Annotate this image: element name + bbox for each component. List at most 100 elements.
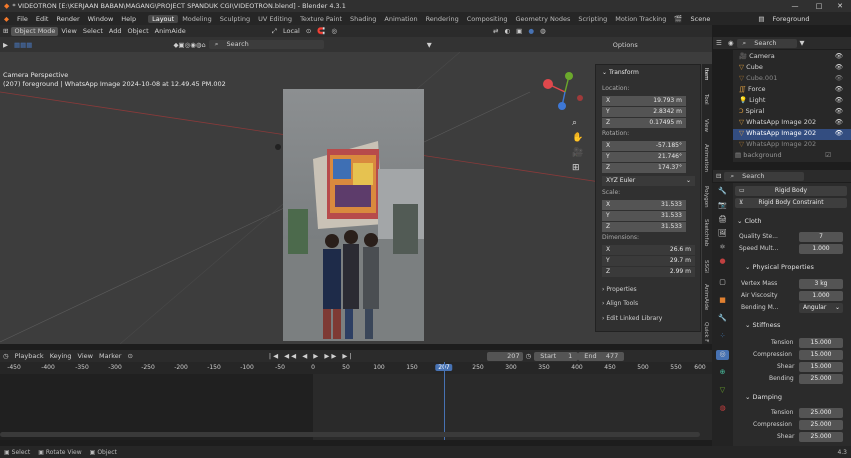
stiffness-header[interactable]: ⌄ Stiffness bbox=[745, 321, 780, 329]
damping-header[interactable]: ⌄ Damping bbox=[745, 393, 782, 401]
visibility-eye-icon[interactable]: 👁 bbox=[835, 118, 843, 126]
properties-editor-icon[interactable]: ⊟ bbox=[713, 172, 724, 180]
menu-object[interactable]: Object bbox=[125, 27, 152, 35]
filter-funnel-icon[interactable]: ▼ bbox=[424, 41, 435, 49]
menu-window[interactable]: Window bbox=[84, 15, 118, 23]
render-tab-icon[interactable]: 📷 bbox=[716, 201, 729, 211]
damping-compression-field[interactable]: 25.000 bbox=[799, 420, 843, 430]
outliner-item-image-2-selected[interactable]: ▽ WhatsApp Image 202 👁 bbox=[733, 129, 851, 140]
physical-properties-header[interactable]: ⌄ Physical Properties bbox=[745, 263, 814, 271]
menu-help[interactable]: Help bbox=[117, 15, 140, 23]
zoom-icon[interactable]: ⌕ bbox=[572, 116, 583, 131]
tab-animaide-side[interactable]: AnimAide bbox=[703, 284, 709, 310]
end-frame-field[interactable]: End 477 bbox=[578, 351, 625, 361]
dimension-x-field[interactable]: X 26.6 m bbox=[602, 245, 695, 255]
properties-panel-header[interactable]: › Properties bbox=[602, 286, 695, 296]
tab-uv-editing[interactable]: UV Editing bbox=[254, 15, 296, 23]
damping-shear-field[interactable]: 25.000 bbox=[799, 432, 843, 442]
collection-tab-icon[interactable]: ▢ bbox=[716, 278, 729, 288]
outliner-item-light[interactable]: 💡 Light 👁 bbox=[733, 96, 851, 107]
tab-scripting[interactable]: Scripting bbox=[574, 15, 611, 23]
visibility-eye-icon[interactable]: 👁 bbox=[835, 85, 843, 93]
outliner-filter-icon[interactable]: ▼ bbox=[797, 39, 808, 47]
navigation-gizmo[interactable] bbox=[540, 70, 590, 112]
options-dropdown[interactable]: Options bbox=[610, 41, 641, 49]
select-box-icon[interactable]: ▦▦▦ bbox=[11, 41, 35, 49]
menu-render[interactable]: Render bbox=[52, 15, 83, 23]
current-frame-field[interactable]: 207 bbox=[486, 351, 523, 361]
visibility-eye-icon[interactable]: 👁 bbox=[835, 129, 843, 137]
menu-animaide[interactable]: AnimAide bbox=[152, 27, 189, 35]
tab-motion-tracking[interactable]: Motion Tracking bbox=[611, 15, 670, 23]
rotation-mode-dropdown[interactable]: XYZ Euler ⌄ bbox=[602, 176, 695, 186]
view-layer-icon[interactable]: ▤ bbox=[754, 15, 768, 23]
dimension-z-field[interactable]: Z 2.99 m bbox=[602, 267, 695, 277]
reference-image-photo[interactable] bbox=[283, 89, 424, 341]
scale-z-field[interactable]: Z 31.533 bbox=[602, 222, 686, 232]
air-viscosity-field[interactable]: 1.000 bbox=[799, 291, 843, 301]
visibility-eye-icon[interactable]: 👁 bbox=[835, 74, 843, 82]
tension-field[interactable]: 15.000 bbox=[799, 338, 843, 348]
tab-modeling[interactable]: Modeling bbox=[178, 15, 216, 23]
location-z-field[interactable]: Z 0.17495 m bbox=[602, 118, 686, 128]
close-button[interactable]: ✕ bbox=[829, 0, 851, 12]
menu-view[interactable]: View bbox=[58, 27, 79, 35]
object-mode-dropdown[interactable]: Object Mode bbox=[11, 26, 59, 36]
transform-panel-header[interactable]: ⌄ Transform bbox=[602, 69, 695, 79]
tab-tool[interactable]: Tool bbox=[703, 94, 709, 105]
output-tab-icon[interactable]: 🖨 bbox=[716, 215, 729, 225]
timeline-ruler[interactable]: -450 -400 -350 -300 -250 -200 -150 -100 -50 0 50 10… bbox=[0, 362, 712, 374]
tab-sculpting[interactable]: Sculpting bbox=[216, 15, 254, 23]
view-layer-selector[interactable]: Foreground bbox=[769, 15, 814, 23]
tab-animation[interactable]: Animation bbox=[380, 15, 421, 23]
menu-playback[interactable]: Playback bbox=[12, 352, 47, 360]
rotation-x-field[interactable]: X -57.185° bbox=[602, 141, 686, 151]
compression-field[interactable]: 15.000 bbox=[799, 350, 843, 360]
orientation-icon[interactable]: ⤢ bbox=[269, 27, 280, 36]
vertex-mass-field[interactable]: 3 kg bbox=[799, 279, 843, 289]
outliner-search-input[interactable]: ⌕ Search bbox=[736, 38, 797, 48]
tab-rendering[interactable]: Rendering bbox=[422, 15, 463, 23]
cloth-panel-header[interactable]: ⌄ Cloth bbox=[737, 217, 762, 225]
tab-ssgi[interactable]: SSGI bbox=[703, 260, 709, 273]
rotation-y-field[interactable]: Y 21.746° bbox=[602, 152, 686, 162]
outliner-editor-icon[interactable]: ☰ bbox=[713, 39, 725, 47]
align-tools-panel-header[interactable]: › Align Tools bbox=[602, 300, 695, 310]
outliner-item-camera[interactable]: 🎥 Camera 👁 bbox=[733, 52, 851, 63]
physics-tab-icon[interactable]: ◎ bbox=[716, 350, 729, 360]
menu-view-timeline[interactable]: View bbox=[75, 352, 96, 360]
blender-menu-icon[interactable]: ◆ bbox=[0, 15, 13, 23]
empty-object[interactable] bbox=[275, 144, 281, 150]
menu-edit[interactable]: Edit bbox=[32, 15, 53, 23]
pivot-icon[interactable]: ⊙ bbox=[303, 27, 314, 35]
pan-hand-icon[interactable]: ✋ bbox=[572, 131, 583, 146]
location-y-field[interactable]: Y 2.8342 m bbox=[602, 107, 686, 117]
world-tab-icon[interactable]: ● bbox=[716, 257, 729, 267]
outliner-item-image-3[interactable]: ▽ WhatsApp Image 202 bbox=[733, 140, 851, 151]
tab-view[interactable]: View bbox=[703, 119, 709, 132]
view-layer-tab-icon[interactable]: 🖼 bbox=[716, 229, 729, 239]
tab-animation-side[interactable]: Animation bbox=[703, 144, 709, 172]
tab-sketchfab[interactable]: Sketchfab bbox=[703, 219, 709, 246]
record-icon[interactable]: ⊙ bbox=[124, 352, 135, 360]
gizmo-icon[interactable]: ⇄ bbox=[490, 27, 501, 35]
viewport-search-input[interactable]: ⌕ Search bbox=[208, 40, 324, 49]
visibility-eye-icon[interactable]: 👁 bbox=[835, 63, 843, 71]
tab-compositing[interactable]: Compositing bbox=[463, 15, 512, 23]
start-frame-field[interactable]: Start 1 bbox=[534, 351, 579, 361]
visibility-eye-icon[interactable]: 👁 bbox=[835, 52, 843, 60]
menu-file[interactable]: File bbox=[13, 15, 32, 23]
dimension-y-field[interactable]: Y 29.7 m bbox=[602, 256, 695, 266]
camera-view-icon[interactable]: 🎥 bbox=[572, 146, 583, 161]
toolbar-toggle-icon[interactable]: ▶ bbox=[0, 41, 11, 49]
outliner-item-spiral[interactable]: Ↄ Spiral 👁 bbox=[733, 107, 851, 118]
object-tab-icon[interactable]: ■ bbox=[716, 296, 729, 306]
overlay-icon[interactable]: ◐ bbox=[502, 27, 514, 35]
playback-controls-icons[interactable]: |◀ ◀◀ ◀ ▶ ▶▶ ▶| bbox=[266, 352, 357, 360]
outliner-item-cube[interactable]: ▽ Cube 👁 bbox=[733, 63, 851, 74]
tool-tab-icon[interactable]: 🔧 bbox=[716, 187, 729, 197]
edit-linked-panel-header[interactable]: › Edit Linked Library bbox=[602, 315, 695, 325]
proportional-icon[interactable]: ◎ bbox=[328, 27, 340, 35]
menu-marker[interactable]: Marker bbox=[96, 352, 124, 360]
tab-polygon[interactable]: Polygon bbox=[703, 186, 709, 208]
